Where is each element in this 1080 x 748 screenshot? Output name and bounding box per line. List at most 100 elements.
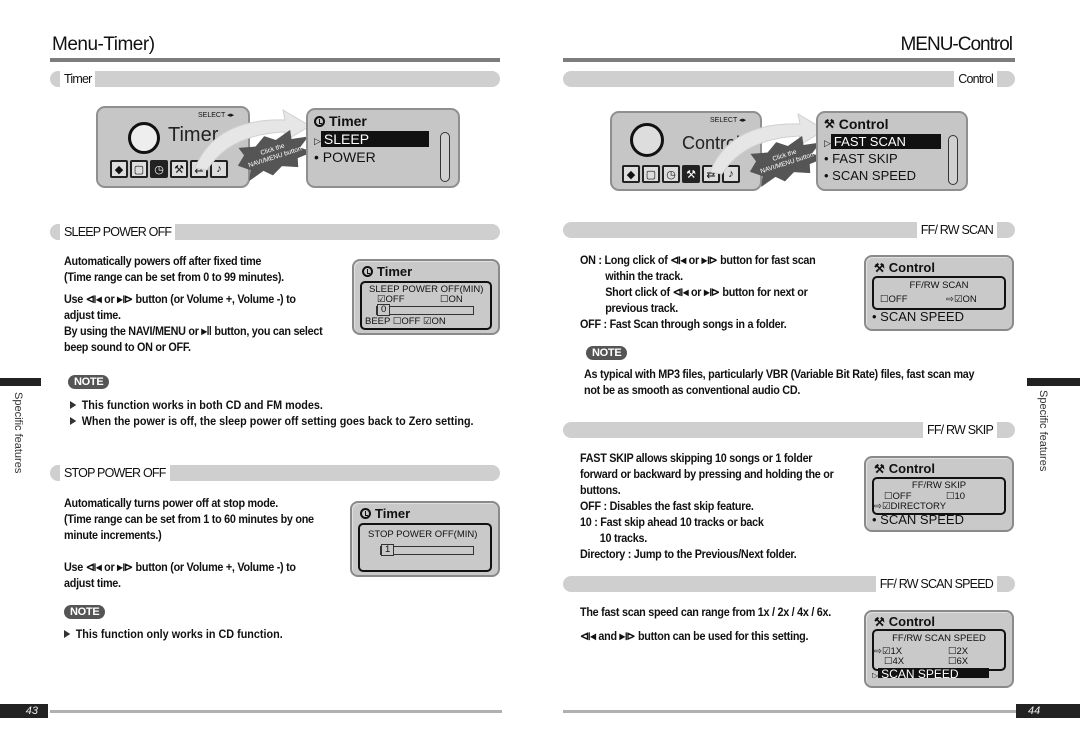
scrollbar[interactable] [948,135,958,185]
text-line: ⧏◂ and ▸⧐ button can be used for this se… [580,629,809,643]
text-line: (Time range can be set from 1 to 60 minu… [64,512,314,526]
section-label: FF/ RW SCAN SPEED [875,576,997,592]
lcd-header: Timer [362,264,412,279]
submenu-screen-control: ⚒ Control ▷ FAST SCAN • FAST SKIP • SCAN … [816,111,968,191]
note-item: This function only works in CD function. [64,626,283,642]
text-line: By using the NAVI/MENU or ▸‖ button, you… [64,324,323,338]
text-line: OFF : Fast Scan through songs in a folde… [580,317,787,331]
text-line: beep sound to ON or OFF. [64,340,191,354]
gear-icon [630,123,664,157]
note-badge: NOTE [64,602,106,620]
clock-icon: ◷ [150,160,168,178]
section-label: SLEEP POWER OFF [60,224,176,240]
pointer-icon: ▷ [824,138,831,148]
submenu-item-fast-scan[interactable]: ▷ FAST SCAN [824,134,941,149]
submenu-item-scan-speed[interactable]: • SCAN SPEED [824,168,916,183]
section-bar-speed: FF/ RW SCAN SPEED [563,576,1015,592]
triangle-bullet-icon [70,401,77,409]
section-bar-skip: FF/ RW SKIP [563,422,1015,438]
time-slider[interactable]: 0 [376,304,474,316]
note-label: NOTE [586,346,628,360]
side-tab [1027,378,1080,386]
text-line: previous track. [605,301,678,315]
option-4x[interactable]: ☐4X [884,656,904,667]
scrollbar[interactable] [440,132,450,182]
option-on[interactable]: ⇨☑ON [946,294,977,305]
lcd-header-text: Control [888,614,935,629]
triangle-bullet-icon [70,417,77,425]
lcd-dialog: FF/RW SCAN ☐OFF ⇨☑ON [872,276,1006,310]
lcd-header: ⚒ Control [874,260,935,275]
option-on[interactable]: ☐ON [440,294,463,305]
text-line: Use ⧏◂ or ▸⧐ button (or Volume +, Volume… [64,292,296,306]
stop-lcd: Timer STOP POWER OFF(MIN) 1 [350,501,500,577]
beep-options[interactable]: BEEP ☐OFF ☑ON [365,316,446,327]
sleep-description: Automatically powers off after fixed tim… [64,253,323,355]
skip-lcd: ⚒ Control FF/RW SKIP ☐OFF ☐10 ⇨☑DIRECTOR… [864,456,1014,532]
note-text: This function only works in CD function. [75,627,283,641]
monitor-icon: ▢ [642,165,660,183]
speed-lcd: ⚒ Control FF/RW SCAN SPEED ⇨☑1X ☐2X ☐4X … [864,610,1014,688]
lcd-footer-item[interactable]: • SCAN SPEED [872,512,964,527]
submenu-item-sleep[interactable]: ▷ SLEEP [314,131,429,147]
page-title-left: Menu-Timer) [52,34,155,55]
text-line: FAST SKIP allows skipping 10 songs or 1 … [580,451,813,465]
lcd-title: STOP POWER OFF(MIN) [368,529,478,540]
text-line: 10 : Fast skip ahead 10 tracks or back [580,515,764,529]
section-label: FF/ RW SKIP [923,422,997,438]
text-line: The fast scan speed can range from 1x / … [580,605,832,619]
page-number: 43 [0,704,48,718]
lcd-dialog: SLEEP POWER OFF(MIN) ☑OFF ☐ON 0 BEEP ☐OF… [360,281,492,330]
clock-icon [360,508,371,519]
option-6x[interactable]: ☐6X [948,656,968,667]
section-label: STOP POWER OFF [60,465,170,481]
tools-icon: ⚒ [824,117,835,131]
note-text: not be as smooth as conventional audio C… [584,383,801,397]
lcd-footer-item[interactable]: • SCAN SPEED [872,309,964,324]
cd-icon: ◆ [622,165,640,183]
note-text: This function works in both CD and FM mo… [81,398,323,412]
stop-description: Automatically turns power off at stop mo… [64,495,314,591]
text-line: buttons. [580,483,621,497]
triangle-bullet-icon [64,630,71,638]
lcd-title: FF/RW SCAN SPEED [892,633,986,644]
option-directory[interactable]: ⇨☑DIRECTORY [874,501,946,512]
time-slider[interactable]: 1 [380,544,474,556]
option-10[interactable]: ☐10 [946,491,965,502]
text-line: Automatically turns power off at stop mo… [64,496,279,510]
text-line: 10 tracks. [599,531,647,545]
scan-note: As typical with MP3 files, particularly … [584,366,975,398]
section-bar-stop: STOP POWER OFF [50,465,500,481]
lcd-header: ⚒ Control [874,614,935,629]
clock-icon [314,115,325,127]
text-line: OFF : Disables the fast skip feature. [580,499,754,513]
note-label: NOTE [68,375,110,389]
submenu-header: Timer [314,113,367,129]
skip-description: FAST SKIP allows skipping 10 songs or 1 … [580,450,834,562]
note-text: As typical with MP3 files, particularly … [584,367,975,381]
submenu-item-power[interactable]: • POWER [314,149,376,165]
side-tab [0,378,41,386]
text-line: (Time range can be set from 0 to 99 minu… [64,270,284,284]
text-line: minute increments.) [64,528,162,542]
slider-value: 0 [377,304,391,316]
section-label: FF/ RW SCAN [916,222,997,238]
clock-icon: ◷ [662,165,680,183]
lcd-footer-item[interactable]: ▷ SCAN SPEED [872,668,990,678]
title-rule [563,58,1015,62]
speed-description: The fast scan speed can range from 1x / … [580,604,831,644]
note-badge: NOTE [586,343,628,361]
cd-icon: ◆ [110,160,128,178]
title-rule [50,58,500,62]
text-line: ON : Long click of ⧏◂ or ▸⧐ button for f… [580,253,816,267]
option-off[interactable]: ☐OFF [880,294,908,305]
slider-value: 1 [381,544,395,556]
monitor-icon: ▢ [130,160,148,178]
submenu-item-fast-skip[interactable]: • FAST SKIP [824,151,898,166]
lcd-dialog: FF/RW SCAN SPEED ⇨☑1X ☐2X ☐4X ☐6X [872,629,1006,671]
page-number: 44 [1016,704,1080,718]
lcd-header-text: Control [888,461,935,476]
section-bar-timer: Timer [50,71,500,87]
scan-description: ON : Long click of ⧏◂ or ▸⧐ button for f… [580,252,816,332]
note-item: This function works in both CD and FM mo… [70,397,323,413]
